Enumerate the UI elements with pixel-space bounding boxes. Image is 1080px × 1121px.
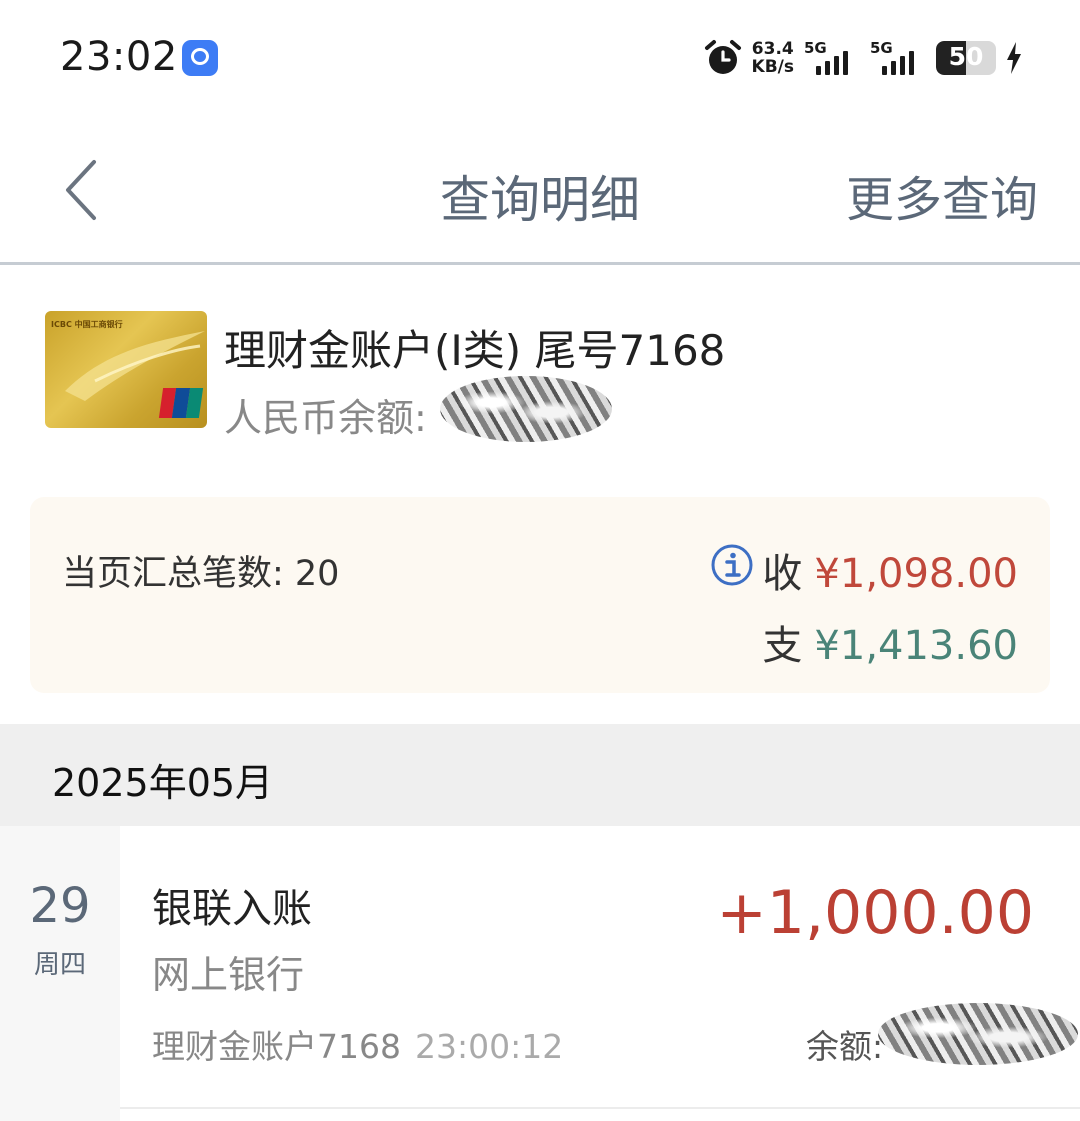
redacted-transaction-balance xyxy=(878,1003,1078,1065)
expense-amount: ¥1,413.60 xyxy=(814,623,1018,669)
redacted-balance xyxy=(440,376,612,442)
bolt-icon xyxy=(1007,42,1021,74)
more-query-button[interactable]: 更多查询 xyxy=(846,160,1038,230)
transaction-weekday: 周四 xyxy=(33,950,86,980)
transaction-date: 29 周四 xyxy=(0,826,120,1121)
alarm-icon xyxy=(704,40,741,74)
transaction-balance-label: 余额: xyxy=(806,1027,884,1066)
transaction-day: 29 xyxy=(29,878,91,934)
transaction-time: 23:00:12 xyxy=(414,1027,564,1066)
nav-bar: 查询明细 更多查询 xyxy=(0,118,1080,265)
signal-sim1-icon: 5G xyxy=(804,39,860,75)
row-divider xyxy=(120,1107,1080,1109)
month-header: 2025年05月 xyxy=(0,724,1080,826)
sim2-label: 5G xyxy=(870,39,893,57)
transaction-amount: +1,000.00 xyxy=(716,878,1034,948)
expense-row: 支 ¥1,413.60 xyxy=(762,613,1018,671)
balance-label: 人民币余额: xyxy=(224,396,427,440)
income-label: 收 xyxy=(762,551,803,597)
battery-icon: 50 xyxy=(936,41,996,75)
summary-box: 当页汇总笔数: 20 收 ¥1,098.00 支 ¥1,413.60 xyxy=(30,497,1050,693)
status-time: 23:02 xyxy=(60,34,178,80)
summary-count: 当页汇总笔数: 20 xyxy=(62,554,340,594)
sim1-label: 5G xyxy=(804,39,827,57)
unionpay-logo-icon xyxy=(158,388,204,418)
status-icons: 63.4 KB/s 5G 5G 50 xyxy=(704,38,1022,78)
income-row: 收 ¥1,098.00 xyxy=(762,541,1018,599)
net-speed-value: 63.4 xyxy=(751,39,794,59)
status-bar: 23:02 63.4 KB/s 5G 5G 50 xyxy=(0,0,1080,110)
battery-level: 50 xyxy=(948,42,984,71)
transaction-row[interactable]: 29 周四 银联入账 网上银行 +1,000.00 理财金账户7168 23:00… xyxy=(0,826,1080,1121)
transaction-title: 银联入账 xyxy=(152,886,312,932)
account-name: 理财金账户(Ⅰ类) 尾号7168 xyxy=(224,326,726,375)
transaction-meta: 理财金账户7168 23:00:12 xyxy=(152,1020,563,1068)
info-icon[interactable] xyxy=(710,543,754,587)
signal-sim2-icon: 5G xyxy=(870,39,926,75)
transaction-account: 理财金账户7168 xyxy=(152,1027,401,1066)
expense-label: 支 xyxy=(762,623,803,669)
app-notification-icon xyxy=(182,40,218,76)
net-speed-unit: KB/s xyxy=(751,57,794,77)
card-brand-text: ICBC 中国工商银行 xyxy=(51,320,123,329)
bank-card-image: ICBC 中国工商银行 xyxy=(45,311,207,428)
network-speed: 63.4 KB/s xyxy=(752,40,794,76)
income-amount: ¥1,098.00 xyxy=(814,551,1018,597)
transaction-channel: 网上银行 xyxy=(152,953,305,997)
month-label: 2025年05月 xyxy=(52,761,274,805)
